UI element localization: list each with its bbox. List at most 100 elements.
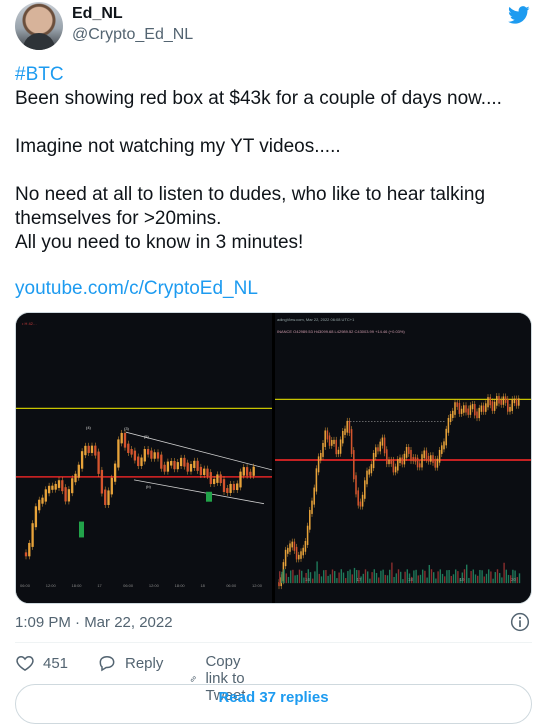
candle [219, 474, 222, 484]
candle [423, 450, 425, 459]
candle [361, 494, 364, 507]
candle [496, 396, 498, 406]
volume-bar [298, 569, 301, 584]
volume-bar [503, 562, 505, 584]
candle [372, 452, 375, 469]
candle [311, 500, 313, 514]
x-tick-label: 18:00 [72, 583, 83, 588]
candle [315, 468, 318, 492]
candle [518, 398, 520, 406]
candle [156, 452, 160, 459]
volume-bar [446, 570, 448, 584]
twitter-bird-icon[interactable] [506, 4, 532, 26]
volume-bar [338, 572, 340, 584]
candle [342, 430, 344, 444]
candle [353, 450, 355, 480]
volume-bar [505, 569, 507, 584]
candle [189, 464, 193, 472]
x-tick-label: 19 [460, 577, 466, 582]
candle [193, 460, 196, 468]
volume-bar [490, 571, 492, 584]
candle [100, 469, 104, 494]
candle [471, 404, 474, 410]
candle [209, 472, 212, 485]
info-icon[interactable] [510, 612, 530, 632]
tweet-timestamp[interactable]: 1:09 PM · Mar 22, 2022 [15, 614, 173, 631]
candle [206, 468, 209, 477]
volume-bar [292, 569, 294, 584]
candle [447, 418, 450, 433]
volume-bar [327, 575, 329, 584]
youtube-link[interactable]: youtube.com/c/CryptoEd_NL [15, 278, 258, 300]
volume-bar [402, 579, 404, 584]
author-handle[interactable]: @Crypto_Ed_NL [72, 26, 193, 44]
candle [71, 478, 74, 494]
candle [408, 447, 410, 454]
candle [364, 480, 366, 499]
volume-bar [430, 569, 433, 584]
candle [216, 474, 219, 483]
volume-bar [485, 573, 488, 584]
candle [104, 489, 107, 505]
hashtag-link[interactable]: #BTC [15, 64, 64, 85]
volume-bar [287, 576, 290, 584]
volume-bar [472, 569, 474, 584]
chart-left-header: • H 42… [22, 321, 37, 326]
reply-button[interactable]: Reply [97, 653, 163, 673]
candle [463, 405, 465, 413]
media-attachment[interactable]: • H 42… (4) (3) (5) (b) 06:00 12:00 18:00 1… [15, 312, 532, 604]
volume-bar [494, 572, 496, 584]
candle [284, 549, 287, 567]
avatar[interactable] [15, 2, 63, 50]
volume-bar [483, 576, 485, 584]
candle [117, 439, 120, 468]
candle [405, 447, 408, 458]
candle [434, 458, 436, 468]
volume-bar [499, 573, 501, 584]
reply-icon [99, 655, 115, 672]
candle [344, 428, 346, 435]
volume-bar [479, 569, 481, 584]
read-replies-button[interactable]: Read 37 replies [15, 684, 532, 724]
candle [348, 420, 351, 434]
volume-bar [518, 573, 521, 584]
candle [449, 413, 452, 422]
candle [357, 490, 359, 506]
volume-bar [433, 572, 435, 584]
candle [302, 547, 304, 556]
volume-bar [470, 571, 472, 584]
x-tick-label: 17 [97, 583, 101, 588]
candle [137, 456, 140, 467]
svg-text:(b): (b) [146, 484, 152, 489]
candle [196, 460, 199, 471]
candle [183, 457, 186, 467]
volume-bar [294, 575, 296, 584]
volume-bar [320, 576, 323, 584]
candle [150, 450, 153, 459]
candle [368, 469, 370, 475]
candle [386, 449, 388, 465]
candle [438, 449, 441, 463]
candle [493, 401, 496, 411]
volume-bar [386, 575, 389, 584]
volume-bar [389, 569, 391, 584]
volume-bar [477, 575, 479, 584]
candle [504, 396, 507, 403]
chart-right-header-1: adingView.com, Mar 22, 2022 06:08 UTC+1 [277, 317, 355, 322]
candle [309, 509, 311, 530]
candle [427, 455, 430, 462]
candle [350, 429, 353, 455]
volume-bar [422, 569, 424, 584]
volume-bar [424, 570, 426, 584]
candle [84, 445, 87, 456]
candle [41, 497, 44, 504]
candle [239, 471, 242, 488]
candle [478, 407, 480, 419]
svg-text:(5): (5) [144, 434, 150, 439]
candle [245, 467, 249, 476]
volume-bar [340, 569, 342, 584]
candle [379, 441, 381, 452]
like-button[interactable]: 451 [15, 653, 68, 673]
author-name[interactable]: Ed_NL [72, 5, 123, 23]
candle [487, 397, 489, 408]
